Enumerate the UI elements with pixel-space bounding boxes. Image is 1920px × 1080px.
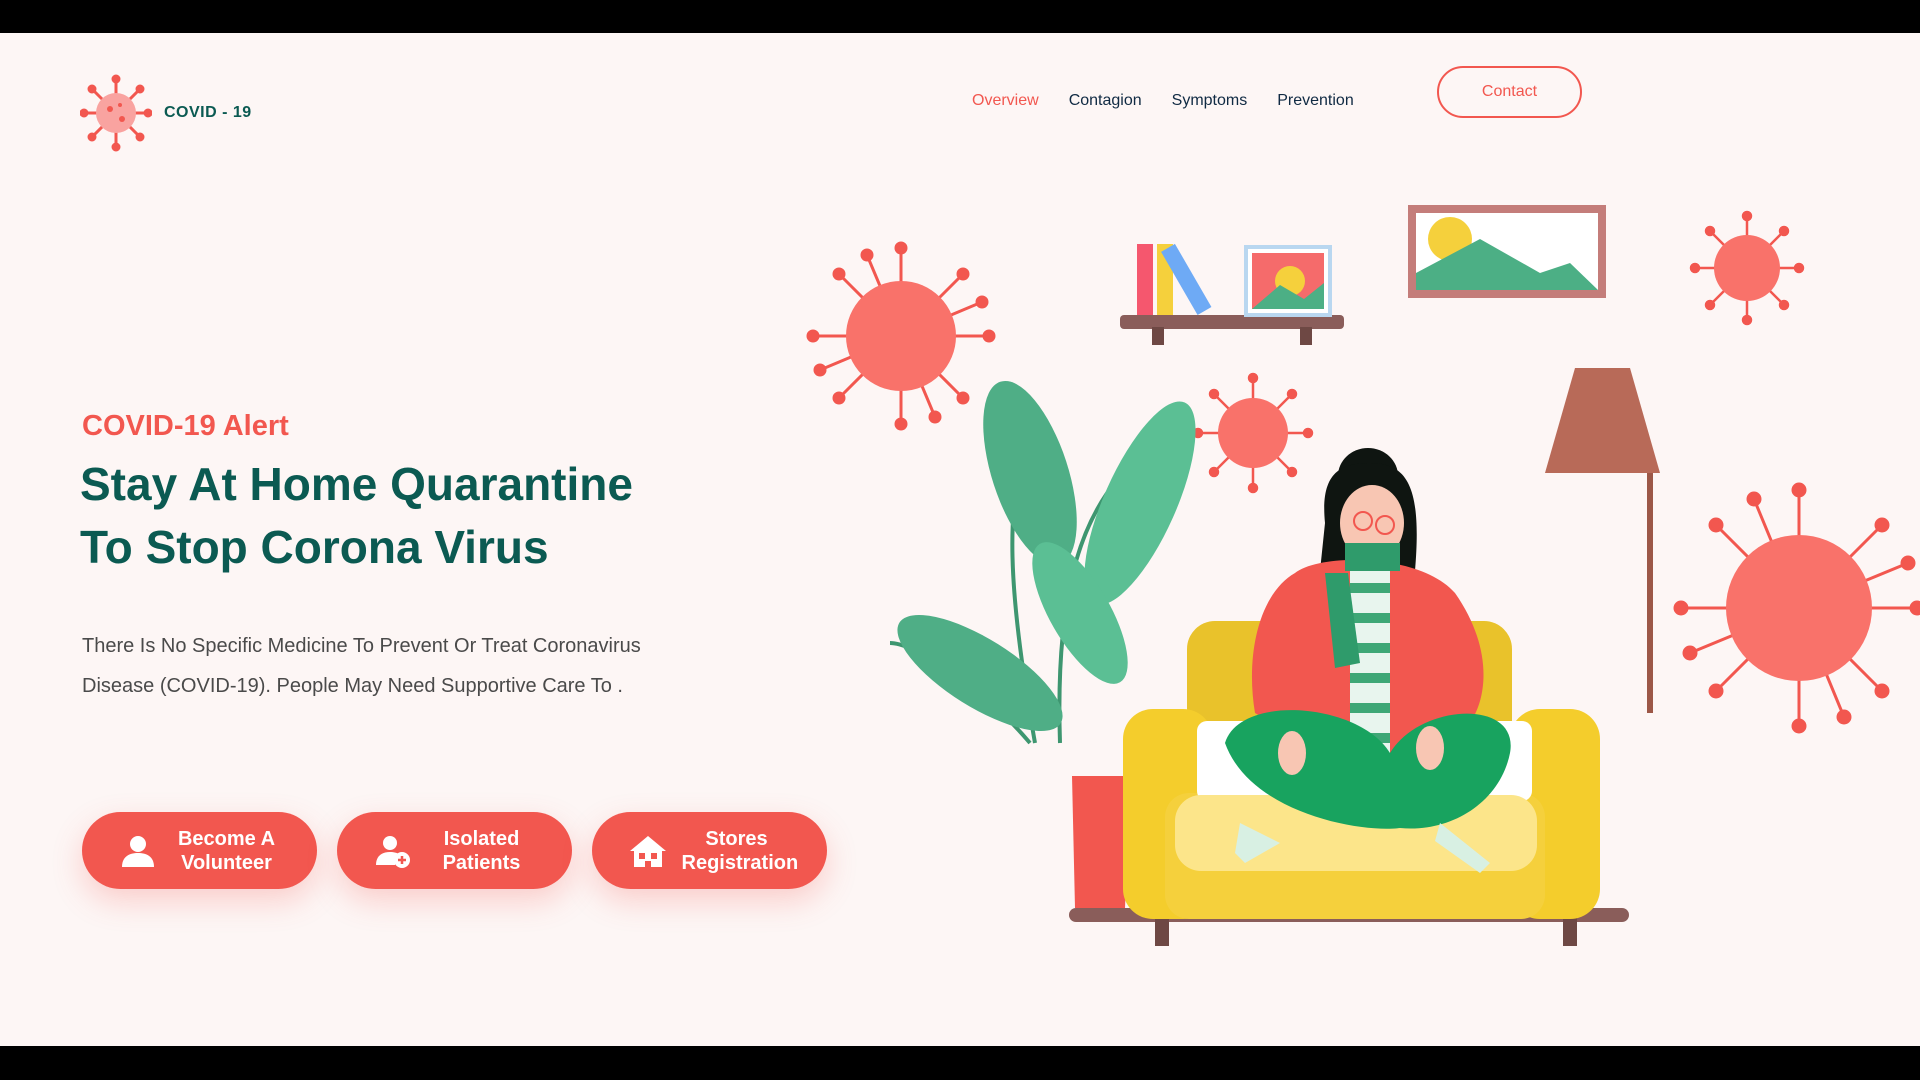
woman-on-sofa-illustration [806,205,1920,946]
become-volunteer-label: Become A Volunteer [172,827,282,875]
patients-label-line-1: Isolated [443,827,520,850]
stores-registration-label: Stores Registration [681,827,799,875]
isolated-patients-label: Isolated Patients [427,827,537,875]
floor-lamp [1545,368,1660,713]
virus-icon [806,241,996,431]
stores-label-line-2: Registration [681,851,799,874]
nav-contagion[interactable]: Contagion [1069,92,1142,110]
nav-overview[interactable]: Overview [972,92,1039,110]
wall-picture [1408,205,1606,298]
stores-label-line-1: Stores [705,827,768,850]
description-line-1: There Is No Specific Medicine To Prevent… [82,635,641,657]
contact-button[interactable]: Contact [1437,66,1582,118]
patients-label-line-2: Patients [442,851,521,874]
title-line-2: To Stop Corona Virus [80,521,549,573]
brand-name: COVID - 19 [164,104,252,121]
main-nav: Overview Contagion Symptoms Prevention [972,81,1384,121]
nav-prevention[interactable]: Prevention [1277,92,1354,110]
alert-label: COVID-19 Alert [82,410,289,442]
isolated-patients-button[interactable]: Isolated Patients [337,812,572,889]
volunteer-label-line-1: Become A [177,827,276,850]
wall-shelf [1120,243,1344,345]
volunteer-label-line-2: Volunteer [181,851,272,874]
description-line-2: Disease (COVID-19). People May Need Supp… [82,675,623,697]
brand-logo[interactable]: COVID - 19 [80,73,280,153]
user-plus-icon [375,835,410,868]
landing-page: COVID - 19 Overview Contagion Symptoms P… [0,33,1920,1046]
user-icon [121,835,154,867]
become-volunteer-button[interactable]: Become A Volunteer [82,812,317,889]
virus-icon [1673,482,1920,734]
hero-description: There Is No Specific Medicine To Prevent… [82,626,702,706]
title-line-1: Stay At Home Quarantine [80,458,633,510]
store-icon [629,835,666,867]
virus-logo-icon [80,74,152,152]
page-title: Stay At Home Quarantine To Stop Corona V… [80,453,780,579]
nav-symptoms[interactable]: Symptoms [1172,92,1248,110]
virus-icon [1689,210,1805,326]
stores-registration-button[interactable]: Stores Registration [592,812,827,889]
virus-icon [1192,372,1314,494]
